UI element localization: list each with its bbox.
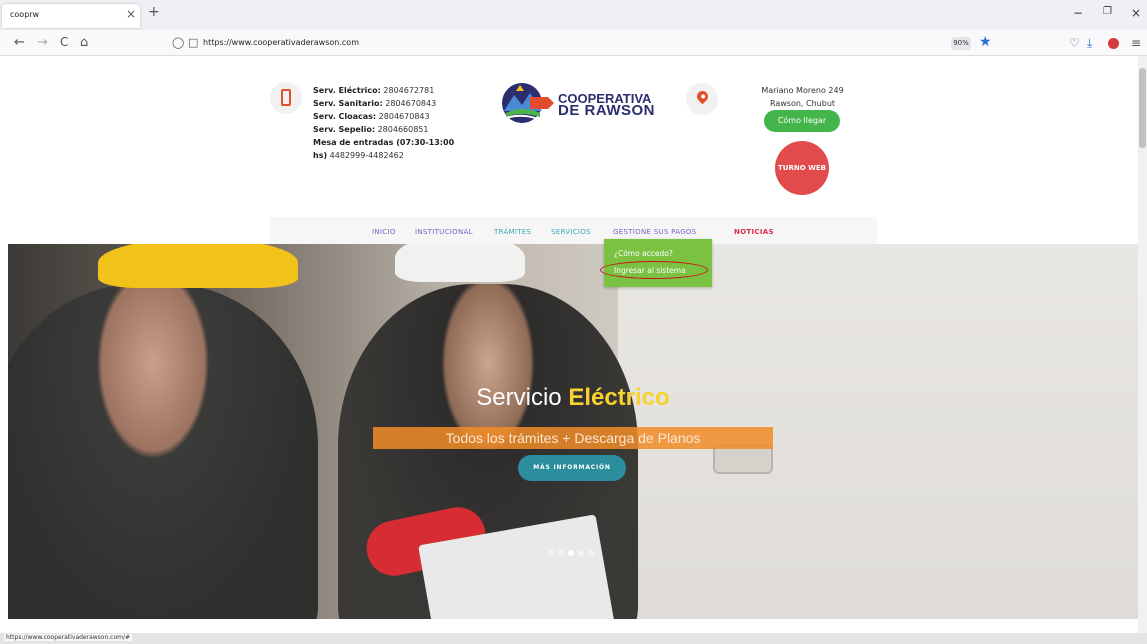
new-tab-button[interactable]: + — [148, 4, 160, 20]
highlight-circle — [600, 261, 708, 279]
menu-item-servicios[interactable]: SERVICIOS — [551, 228, 591, 236]
logo-wordmark: COOPERATIVA DE RAWSON — [558, 91, 656, 119]
web-page: Serv. Eléctrico: 2804672781 Serv. Sanita… — [0, 56, 1138, 634]
status-bar: https://www.cooperativaderawson.com/# — [0, 633, 1147, 644]
window-close-icon[interactable]: × — [1131, 6, 1141, 20]
menu-item-tramites[interactable]: TRÁMITES — [494, 228, 531, 236]
forward-icon[interactable]: → — [37, 35, 48, 50]
contact-line-funeral: Serv. Sepelio: 2804660851 — [313, 125, 429, 134]
back-icon[interactable]: ← — [14, 35, 25, 50]
browser-tab[interactable]: cooprw × — [2, 4, 140, 28]
restore-icon[interactable]: ❐ — [1103, 6, 1112, 17]
url-bar[interactable]: https://www.cooperativaderawson.com — [203, 38, 359, 47]
slider-dot[interactable] — [588, 550, 594, 556]
shield-icon[interactable]: ◯ — [172, 36, 184, 49]
home-icon[interactable]: ⌂ — [80, 35, 88, 50]
hero-title: Servicio Eléctrico — [476, 384, 670, 411]
menu-item-institucional[interactable]: INSTITUCIONAL — [415, 228, 473, 236]
slider-dot[interactable] — [578, 550, 584, 556]
tab-close-icon[interactable]: × — [126, 7, 136, 21]
phone-icon — [270, 82, 302, 114]
contact-line-sanitary: Serv. Sanitario: 2804670843 — [313, 99, 437, 108]
reload-icon[interactable]: C — [60, 35, 68, 49]
slider-dot-active[interactable] — [568, 550, 574, 556]
browser-nav-bar: ← → C ⌂ ◯ □ https://www.cooperativaderaw… — [0, 30, 1147, 56]
hero-photo-worker-left — [8, 284, 318, 619]
slider-dot[interactable] — [558, 550, 564, 556]
address-street: Mariano Moreno 249 — [761, 86, 844, 95]
location-pin-icon — [686, 83, 718, 115]
how-to-get-button[interactable]: Cómo llegar — [764, 110, 840, 132]
lock-icon[interactable]: □ — [188, 36, 198, 49]
hero-subtitle: Todos los trámites + Descarga de Planos — [373, 427, 773, 449]
menu-item-noticias[interactable]: NOTICIAS — [734, 228, 774, 236]
hard-hat-yellow — [98, 244, 298, 288]
contact-line-desk: Mesa de entradas (07:30-13:00 — [313, 138, 455, 147]
main-menu: INICIO INSTITUCIONAL TRÁMITES SERVICIOS … — [270, 217, 877, 246]
payments-dropdown: ¿Cómo accedo? Ingresar al sistema — [600, 239, 712, 287]
hero-slider: Servicio Eléctrico Todos los trámites + … — [8, 244, 1138, 619]
tab-title: cooprw — [10, 10, 40, 19]
slider-dots — [546, 541, 616, 556]
status-link-url: https://www.cooperativaderawson.com/# — [4, 634, 133, 641]
menu-icon[interactable]: ≡ — [1131, 36, 1141, 50]
extension-icon[interactable] — [1108, 38, 1119, 49]
pocket-icon[interactable]: ♡ — [1069, 36, 1080, 50]
contact-info: Serv. Eléctrico: 2804672781 Serv. Sanita… — [313, 84, 473, 162]
contact-line-electric: Serv. Eléctrico: 2804672781 — [313, 86, 435, 95]
minimize-icon[interactable]: − — [1073, 6, 1083, 20]
contact-line-desk-phone: hs) 4482999-4482462 — [313, 151, 404, 160]
address: Mariano Moreno 249 Rawson, Chubut — [740, 84, 865, 110]
dropdown-item-como-accedo[interactable]: ¿Cómo accedo? — [614, 249, 673, 258]
cooperativa-logo[interactable]: COOPERATIVA DE RAWSON — [498, 81, 688, 126]
scrollbar-thumb[interactable] — [1139, 68, 1146, 148]
logo-emblem-icon — [502, 83, 554, 123]
menu-item-gestione-pagos[interactable]: GESTIONE SUS PAGOS — [613, 228, 696, 236]
hard-hat-white — [395, 244, 525, 282]
address-city: Rawson, Chubut — [769, 99, 836, 108]
slider-dot[interactable] — [548, 550, 554, 556]
contact-line-sewer: Serv. Cloacas: 2804670843 — [313, 112, 430, 121]
turno-web-button[interactable]: TURNO WEB — [775, 141, 829, 195]
more-info-button[interactable]: MÁS INFORMACIÓN — [518, 455, 626, 481]
zoom-level[interactable]: 90% — [951, 37, 971, 50]
bookmark-star-icon[interactable]: ★ — [979, 34, 992, 50]
vertical-scrollbar[interactable] — [1138, 56, 1147, 633]
menu-item-inicio[interactable]: INICIO — [372, 228, 396, 236]
browser-tab-bar: cooprw × + − ❐ × — [0, 0, 1147, 30]
download-icon[interactable]: ⤓ — [1087, 36, 1092, 51]
